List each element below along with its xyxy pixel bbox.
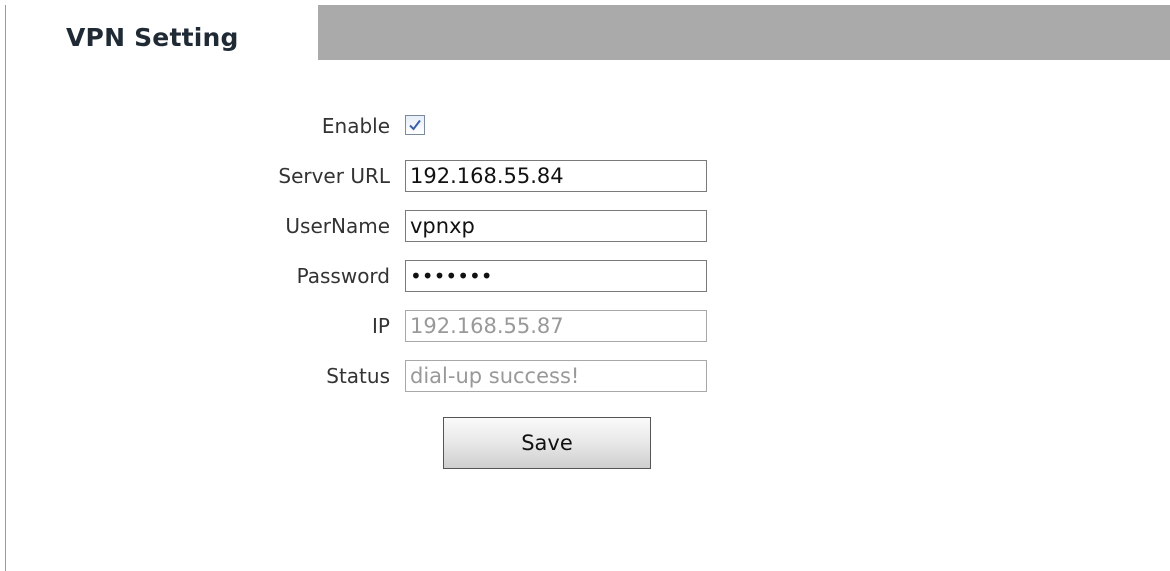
ip-label: IP	[372, 314, 390, 338]
password-row: Password	[0, 260, 1170, 292]
enable-checkbox[interactable]	[405, 115, 425, 135]
ip-row: IP	[0, 310, 1170, 342]
status-row: Status	[0, 360, 1170, 392]
password-label: Password	[296, 264, 390, 288]
status-label: Status	[326, 364, 390, 388]
enable-label: Enable	[321, 114, 390, 138]
username-label: UserName	[285, 214, 390, 238]
save-button[interactable]: Save	[443, 417, 651, 469]
username-row: UserName	[0, 210, 1170, 242]
tab-title: VPN Setting	[66, 23, 239, 52]
server-url-input[interactable]	[405, 160, 707, 192]
server-url-row: Server URL	[0, 160, 1170, 192]
check-mark-icon	[409, 119, 421, 131]
tab-vpn-setting[interactable]: VPN Setting	[6, 5, 318, 60]
password-input[interactable]	[405, 260, 707, 292]
header-bar	[318, 5, 1170, 60]
server-url-label: Server URL	[278, 164, 390, 188]
status-field	[405, 360, 707, 392]
ip-field	[405, 310, 707, 342]
username-input[interactable]	[405, 210, 707, 242]
enable-row: Enable	[0, 110, 1170, 142]
